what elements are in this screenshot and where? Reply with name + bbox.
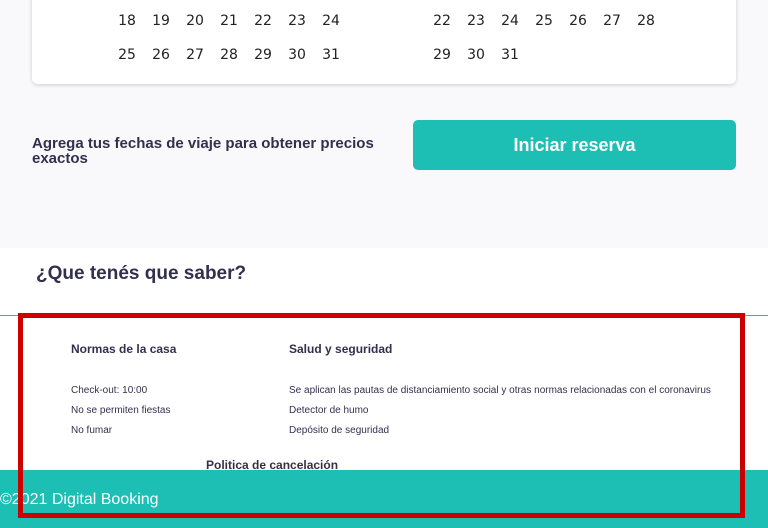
house-rules-heading: Normas de la casa xyxy=(71,342,177,356)
footer: ©2021 Digital Booking xyxy=(0,470,768,528)
calendar-day[interactable]: 31 xyxy=(314,47,348,63)
health-safety-item: Detector de humo xyxy=(289,405,369,416)
footer-copyright: ©2021 Digital Booking xyxy=(0,491,159,508)
house-rule-item: No fumar xyxy=(71,425,113,436)
health-safety-item: Depósito de seguridad xyxy=(289,425,390,436)
calendar-day[interactable]: 22 xyxy=(246,13,280,29)
calendar-day[interactable]: 27 xyxy=(178,47,212,63)
reserve-prompt: Agrega tus fechas de viaje para obtener … xyxy=(32,135,374,167)
calendar-month-right: 22 23 24 25 26 27 28 29 30 31 xyxy=(425,4,663,72)
what-to-know-section: ¿Que tenés que saber? Normas de la casa … xyxy=(0,248,768,472)
house-rule-item: No se permiten fiestas xyxy=(71,405,171,416)
section-divider xyxy=(0,315,768,316)
health-safety-heading: Salud y seguridad xyxy=(289,342,393,356)
calendar-day[interactable]: 23 xyxy=(280,13,314,29)
health-safety-item: Se aplican las pautas de distanciamiento… xyxy=(289,385,711,396)
calendar-day[interactable]: 25 xyxy=(527,13,561,29)
house-rule-item: Check-out: 10:00 xyxy=(71,385,148,396)
calendar-day[interactable]: 30 xyxy=(459,47,493,63)
calendar-week: 29 30 31 xyxy=(425,38,663,72)
start-reservation-button[interactable]: Iniciar reserva xyxy=(413,120,736,170)
section-title: ¿Que tenés que saber? xyxy=(36,263,247,284)
calendar-day[interactable]: 24 xyxy=(493,13,527,29)
calendar-day[interactable]: 21 xyxy=(212,13,246,29)
calendar-day[interactable]: 28 xyxy=(629,13,663,29)
calendar-week: 22 23 24 25 26 27 28 xyxy=(425,4,663,38)
calendar-day[interactable]: 30 xyxy=(280,47,314,63)
health-safety-column: Salud y seguridad Se aplican las pautas … xyxy=(289,342,711,445)
calendar-month-left: 18 19 20 21 22 23 24 25 26 27 28 29 30 3… xyxy=(110,4,348,72)
calendar-day[interactable]: 18 xyxy=(110,13,144,29)
calendar-card: 18 19 20 21 22 23 24 25 26 27 28 29 30 3… xyxy=(32,0,736,84)
calendar-day[interactable]: 26 xyxy=(144,47,178,63)
calendar-day[interactable]: 28 xyxy=(212,47,246,63)
calendar-day[interactable]: 27 xyxy=(595,13,629,29)
calendar-day[interactable]: 26 xyxy=(561,13,595,29)
calendar-day[interactable]: 29 xyxy=(246,47,280,63)
calendar-day[interactable]: 23 xyxy=(459,13,493,29)
calendar-day[interactable]: 22 xyxy=(425,13,459,29)
calendar-week: 18 19 20 21 22 23 24 xyxy=(110,4,348,38)
calendar-day[interactable]: 24 xyxy=(314,13,348,29)
calendar-day[interactable]: 19 xyxy=(144,13,178,29)
calendar-week: 25 26 27 28 29 30 31 xyxy=(110,38,348,72)
calendar-day[interactable]: 31 xyxy=(493,47,527,63)
house-rules-column: Normas de la casa Check-out: 10:00 No se… xyxy=(71,342,176,445)
calendar-day[interactable]: 25 xyxy=(110,47,144,63)
calendar-day[interactable]: 29 xyxy=(425,47,459,63)
calendar-day[interactable]: 20 xyxy=(178,13,212,29)
